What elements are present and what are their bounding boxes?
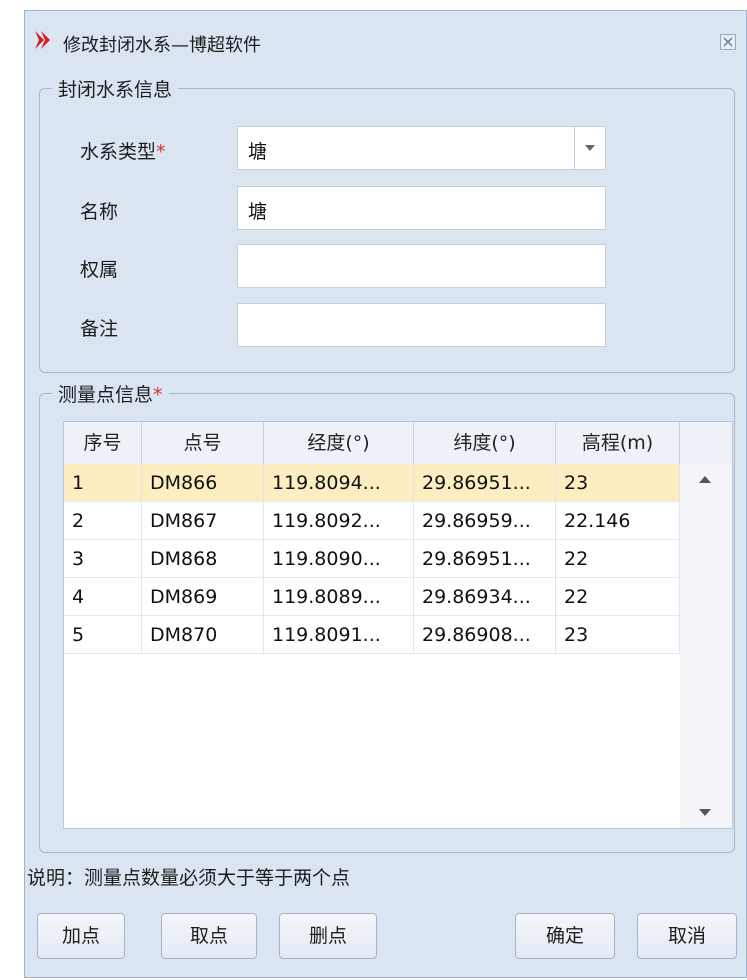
water-system-info-group: 封闭水系信息 水系类型* 塘 名称 塘 权属 备注 — [39, 75, 735, 373]
cell-elevation: 22 — [556, 540, 680, 578]
add-point-button[interactable]: 加点 — [37, 913, 125, 959]
cell-point-id: DM866 — [142, 464, 264, 502]
cell-index: 1 — [64, 464, 142, 502]
column-header-index[interactable]: 序号 — [64, 422, 142, 464]
cancel-button[interactable]: 取消 — [637, 913, 737, 959]
cell-longitude: 119.8090... — [264, 540, 414, 578]
delete-point-button[interactable]: 删点 — [279, 913, 377, 959]
cell-longitude: 119.8092... — [264, 502, 414, 540]
window-title: 修改封闭水系—博超软件 — [63, 35, 261, 56]
remark-label: 备注 — [80, 318, 119, 340]
table-row[interactable]: 2 DM867 119.8092... 29.86959... 22.146 — [64, 502, 680, 540]
name-field[interactable]: 塘 — [237, 186, 606, 230]
type-label: 水系类型* — [80, 141, 166, 163]
cell-point-id: DM867 — [142, 502, 264, 540]
table-header: 序号 点号 经度(°) 纬度(°) 高程(m) — [64, 422, 732, 465]
table-row[interactable]: 3 DM868 119.8090... 29.86951... 22 — [64, 540, 680, 578]
cell-point-id: DM869 — [142, 578, 264, 616]
cell-point-id: DM868 — [142, 540, 264, 578]
cell-index: 2 — [64, 502, 142, 540]
type-select-value: 塘 — [248, 141, 268, 163]
cell-latitude: 29.86959... — [414, 502, 556, 540]
column-header-latitude[interactable]: 纬度(°) — [414, 422, 556, 464]
vertical-scrollbar[interactable] — [680, 464, 732, 828]
cell-index: 4 — [64, 578, 142, 616]
table-row[interactable]: 1 DM866 119.8094... 29.86951... 23 — [64, 464, 680, 502]
cell-elevation: 22.146 — [556, 502, 680, 540]
cell-latitude: 29.86951... — [414, 464, 556, 502]
close-button[interactable] — [720, 34, 736, 50]
cell-index: 5 — [64, 616, 142, 654]
column-header-elevation[interactable]: 高程(m) — [556, 422, 680, 464]
scroll-down-icon[interactable] — [699, 809, 711, 816]
owner-label: 权属 — [80, 259, 119, 281]
scroll-up-icon[interactable] — [699, 476, 711, 483]
pick-point-button[interactable]: 取点 — [161, 913, 257, 959]
table-row[interactable]: 5 DM870 119.8091... 29.86908... 23 — [64, 616, 680, 654]
owner-field[interactable] — [237, 244, 606, 288]
cell-elevation: 23 — [556, 616, 680, 654]
cell-elevation: 23 — [556, 464, 680, 502]
column-header-point-id[interactable]: 点号 — [142, 422, 264, 464]
cell-latitude: 29.86908... — [414, 616, 556, 654]
type-select[interactable]: 塘 — [237, 126, 606, 170]
group-legend-points: 测量点信息* — [52, 380, 169, 407]
column-header-longitude[interactable]: 经度(°) — [264, 422, 414, 464]
cell-elevation: 22 — [556, 578, 680, 616]
cell-longitude: 119.8089... — [264, 578, 414, 616]
name-label: 名称 — [80, 201, 119, 223]
cell-index: 3 — [64, 540, 142, 578]
survey-points-table[interactable]: 序号 点号 经度(°) 纬度(°) 高程(m) 1 DM866 119.8094… — [63, 421, 733, 829]
app-logo-icon — [35, 31, 51, 49]
close-icon — [723, 37, 733, 47]
cell-latitude: 29.86951... — [414, 540, 556, 578]
group-legend-info: 封闭水系信息 — [52, 75, 179, 102]
chevron-down-icon — [585, 145, 595, 151]
ok-button[interactable]: 确定 — [515, 913, 615, 959]
cell-longitude: 119.8091... — [264, 616, 414, 654]
cell-latitude: 29.86934... — [414, 578, 556, 616]
instruction-note: 说明：测量点数量必须大于等于两个点 — [27, 867, 351, 889]
title-bar: 修改封闭水系—博超软件 — [25, 11, 746, 63]
cell-longitude: 119.8094... — [264, 464, 414, 502]
cell-point-id: DM870 — [142, 616, 264, 654]
dropdown-button[interactable] — [574, 127, 605, 169]
remark-field[interactable] — [237, 303, 606, 347]
table-row[interactable]: 4 DM869 119.8089... 29.86934... 22 — [64, 578, 680, 616]
edit-water-system-dialog: 修改封闭水系—博超软件 封闭水系信息 水系类型* 塘 名称 塘 权属 备注 测量… — [24, 10, 747, 978]
